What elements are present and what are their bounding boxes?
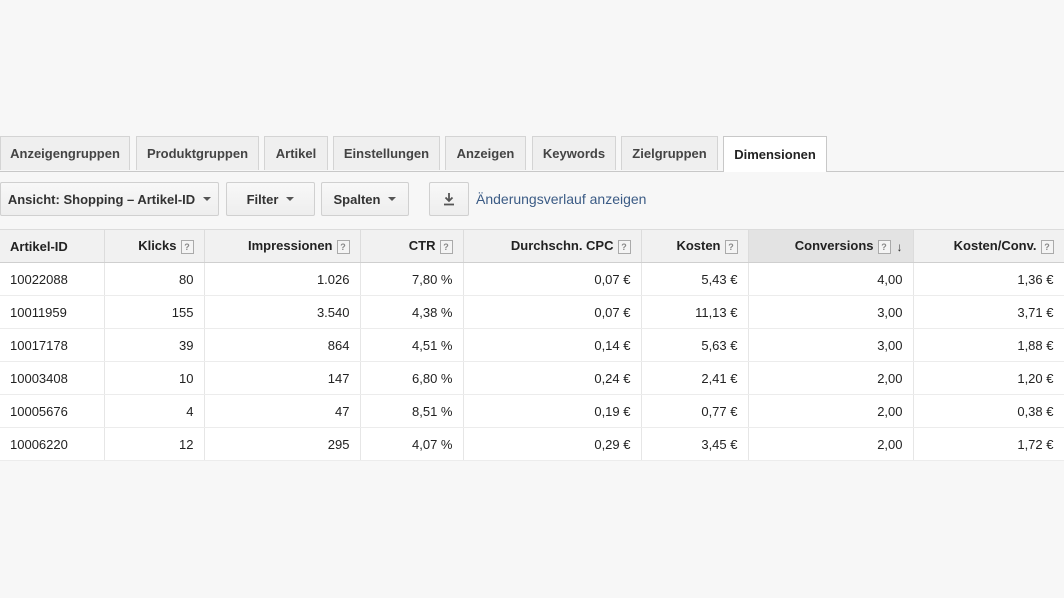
cell-kosten-conv: 1,36 € [913,262,1064,296]
tab-keywords[interactable]: Keywords [532,136,616,170]
cell-impressionen: 1.026 [204,262,361,296]
help-icon[interactable]: ? [724,239,738,254]
view-dropdown-label: Ansicht: Shopping – Artikel-ID [7,191,196,207]
download-button[interactable] [429,182,469,216]
cell-conversions: 2,00 [748,361,914,395]
change-history-link[interactable]: Änderungsverlauf anzeigen [476,182,646,216]
cell-artikel-id: 10005676 [0,394,105,428]
column-header-cpc[interactable]: Durchschn. CPC? [463,229,642,263]
cell-ctr: 6,80 % [360,361,464,395]
cell-kosten: 3,45 € [641,427,749,461]
chevron-down-icon [203,197,212,201]
help-icon[interactable]: ? [439,239,453,254]
table-row: 10011959 155 3.540 4,38 % 0,07 € 11,13 €… [0,295,1064,329]
cell-kosten: 5,43 € [641,262,749,296]
cell-impressionen: 147 [204,361,361,395]
cell-kosten: 0,77 € [641,394,749,428]
cell-kosten-conv: 1,20 € [913,361,1064,395]
tab-zielgruppen[interactable]: Zielgruppen [621,136,718,170]
cell-kosten-conv: 3,71 € [913,295,1064,329]
cell-impressionen: 295 [204,427,361,461]
cell-kosten: 11,13 € [641,295,749,329]
help-icon[interactable]: ? [617,239,631,254]
toolbar: Ansicht: Shopping – Artikel-ID Filter Sp… [0,182,1064,216]
cell-impressionen: 864 [204,328,361,362]
column-header-kosten[interactable]: Kosten? [641,229,749,263]
cell-artikel-id: 10022088 [0,262,105,296]
table-row: 10003408 10 147 6,80 % 0,24 € 2,41 € 2,0… [0,361,1064,395]
cell-impressionen: 47 [204,394,361,428]
cell-kosten-conv: 1,72 € [913,427,1064,461]
cell-cpc: 0,07 € [463,295,642,329]
table-row: 10006220 12 295 4,07 % 0,29 € 3,45 € 2,0… [0,427,1064,461]
cell-conversions: 2,00 [748,427,914,461]
cell-cpc: 0,14 € [463,328,642,362]
tab-anzeigen[interactable]: Anzeigen [445,136,526,170]
cell-cpc: 0,29 € [463,427,642,461]
chevron-down-icon [286,197,295,201]
help-icon[interactable]: ? [877,239,891,254]
columns-label: Spalten [333,191,381,207]
cell-klicks: 4 [104,394,205,428]
cell-kosten-conv: 0,38 € [913,394,1064,428]
table-row: 10022088 80 1.026 7,80 % 0,07 € 5,43 € 4… [0,262,1064,296]
filter-button[interactable]: Filter [226,182,315,216]
cell-cpc: 0,07 € [463,262,642,296]
cell-kosten-conv: 1,88 € [913,328,1064,362]
cell-kosten: 5,63 € [641,328,749,362]
cell-klicks: 155 [104,295,205,329]
cell-conversions: 3,00 [748,328,914,362]
filter-label: Filter [246,191,279,207]
help-icon[interactable]: ? [180,239,194,254]
column-header-ctr[interactable]: CTR? [360,229,464,263]
help-icon[interactable]: ? [1040,239,1054,254]
view-dropdown-button[interactable]: Ansicht: Shopping – Artikel-ID [0,182,219,216]
cell-impressionen: 3.540 [204,295,361,329]
cell-cpc: 0,19 € [463,394,642,428]
sort-down-arrow-icon: ↓ [896,239,903,254]
cell-artikel-id: 10011959 [0,295,105,329]
table-header-row: Artikel-ID Klicks? Impressionen? CTR? Du… [0,229,1064,263]
tab-anzeigengruppen[interactable]: Anzeigengruppen [0,136,130,170]
cell-conversions: 2,00 [748,394,914,428]
column-header-kosten-conv[interactable]: Kosten/Conv.? [913,229,1064,263]
column-header-conversions[interactable]: Conversions? ↓ [748,229,914,263]
cell-conversions: 4,00 [748,262,914,296]
cell-ctr: 4,38 % [360,295,464,329]
cell-artikel-id: 10017178 [0,328,105,362]
column-header-klicks[interactable]: Klicks? [104,229,205,263]
table-row: 10005676 4 47 8,51 % 0,19 € 0,77 € 2,00 … [0,394,1064,428]
chevron-down-icon [388,197,397,201]
table-row: 10017178 39 864 4,51 % 0,14 € 5,63 € 3,0… [0,328,1064,362]
cell-klicks: 12 [104,427,205,461]
cell-klicks: 80 [104,262,205,296]
column-header-artikel-id[interactable]: Artikel-ID [0,229,105,263]
tab-dimensionen[interactable]: Dimensionen [723,136,827,172]
dimensions-table: Artikel-ID Klicks? Impressionen? CTR? Du… [0,229,1064,461]
cell-conversions: 3,00 [748,295,914,329]
cell-cpc: 0,24 € [463,361,642,395]
tab-produktgruppen[interactable]: Produktgruppen [136,136,259,170]
help-icon[interactable]: ? [336,239,350,254]
cell-klicks: 10 [104,361,205,395]
cell-ctr: 8,51 % [360,394,464,428]
cell-artikel-id: 10006220 [0,427,105,461]
cell-ctr: 4,07 % [360,427,464,461]
tab-bar: Anzeigengruppen Produktgruppen Artikel E… [0,136,1064,172]
download-icon [444,193,454,206]
cell-kosten: 2,41 € [641,361,749,395]
tab-artikel[interactable]: Artikel [264,136,328,170]
tab-einstellungen[interactable]: Einstellungen [333,136,440,170]
cell-ctr: 4,51 % [360,328,464,362]
columns-button[interactable]: Spalten [321,182,409,216]
cell-klicks: 39 [104,328,205,362]
cell-ctr: 7,80 % [360,262,464,296]
cell-artikel-id: 10003408 [0,361,105,395]
column-header-impressionen[interactable]: Impressionen? [204,229,361,263]
